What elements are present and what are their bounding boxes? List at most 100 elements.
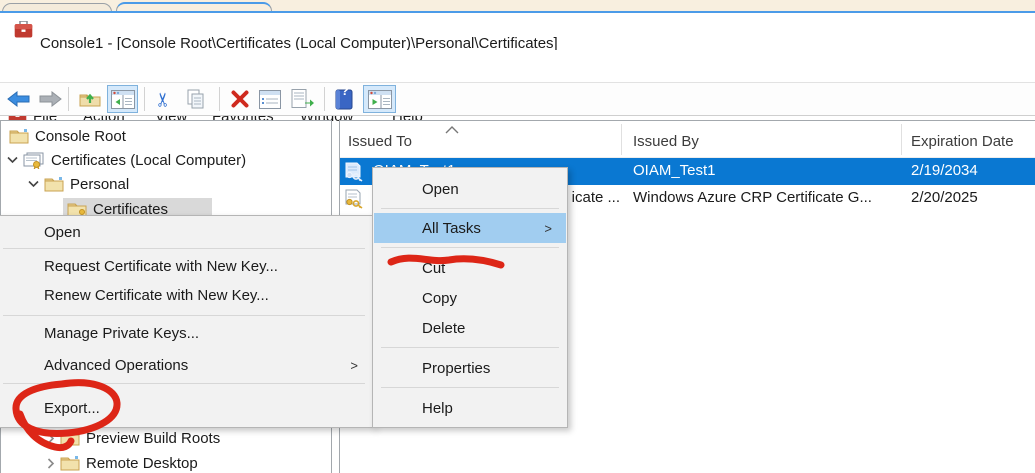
column-header-expiration-date[interactable]: Expiration Date <box>911 121 1014 157</box>
menu-item-label: Export... <box>44 400 100 417</box>
tree-item-personal[interactable]: Personal <box>28 173 129 195</box>
cell-expiration-date: 2/20/2025 <box>911 189 978 206</box>
menu-item-label: Properties <box>422 360 490 377</box>
submenu-item-advanced-operations[interactable]: Advanced Operations > <box>0 350 372 380</box>
folder-icon <box>9 128 29 144</box>
menu-item-label: Open <box>422 181 459 198</box>
mmc-app-icon <box>14 21 33 39</box>
back-arrow-icon <box>7 91 31 107</box>
properties-button[interactable] <box>256 85 284 113</box>
up-one-level-button[interactable] <box>76 85 104 113</box>
submenu-arrow-icon: > <box>350 358 358 373</box>
cell-expiration-date: 2/19/2034 <box>911 162 978 179</box>
column-header-issued-to[interactable]: Issued To <box>348 121 412 157</box>
forward-arrow-icon <box>38 91 62 107</box>
tree-item-label: Preview Build Roots <box>86 430 220 447</box>
menu-item-label: Open <box>44 224 81 241</box>
export-list-button[interactable] <box>287 85 318 113</box>
context-item-help[interactable]: Help <box>374 393 566 423</box>
submenu-item-manage-private-keys[interactable]: Manage Private Keys... <box>0 319 372 348</box>
menu-item-label: Request Certificate with New Key... <box>44 258 278 275</box>
menu-item-label: Help <box>422 400 453 417</box>
mmc-window: Console1 - [Console Root\Certificates (L… <box>0 0 1035 473</box>
cell-issued-by: Windows Azure CRP Certificate G... <box>633 189 872 206</box>
up-folder-icon <box>79 90 101 108</box>
menu-item-label: All Tasks <box>422 220 481 237</box>
browser-tab-strip <box>0 0 1035 13</box>
tree-item-label: Console Root <box>35 128 126 145</box>
certificate-key-icon <box>344 189 363 209</box>
folder-icon <box>60 455 80 471</box>
all-tasks-submenu: Open Request Certificate with New Key...… <box>0 215 374 428</box>
submenu-item-renew-certificate[interactable]: Renew Certificate with New Key... <box>0 281 372 310</box>
sort-ascending-icon <box>445 126 459 134</box>
context-item-cut[interactable]: Cut <box>374 253 566 283</box>
menu-item-label: Delete <box>422 320 465 337</box>
chevron-right-icon[interactable] <box>47 433 55 444</box>
tree-item-preview-build-roots[interactable]: Preview Build Roots <box>47 427 220 449</box>
context-item-delete[interactable]: Delete <box>374 313 566 343</box>
context-menu: Open All Tasks > Cut Copy Delete Propert… <box>372 167 568 428</box>
column-separator[interactable] <box>901 124 902 155</box>
certificate-key-icon <box>344 162 363 182</box>
column-header-issued-by[interactable]: Issued By <box>633 121 699 157</box>
chevron-down-icon[interactable] <box>28 180 39 188</box>
action-pane-panel-icon <box>368 90 392 109</box>
folder-icon <box>44 176 64 192</box>
submenu-item-export[interactable]: Export... <box>0 391 372 425</box>
list-header-row: Issued To Issued By Expiration Date <box>340 121 1035 157</box>
toolbar-separator <box>144 87 145 111</box>
show-console-tree-button[interactable] <box>107 85 138 113</box>
menu-bar: File Action View Favorites Window Help <box>0 50 1035 83</box>
properties-window-icon <box>259 90 281 109</box>
menu-item-label: Advanced Operations <box>44 357 188 374</box>
folder-icon <box>60 430 80 446</box>
cut-button[interactable]: ✂ <box>150 85 178 113</box>
toolbar-separator <box>324 87 325 111</box>
toolbar-separator <box>68 87 69 111</box>
column-separator[interactable] <box>621 124 622 155</box>
menu-separator <box>3 383 365 384</box>
help-button[interactable]: ? <box>330 85 358 113</box>
context-item-all-tasks[interactable]: All Tasks > <box>374 213 566 243</box>
submenu-item-open[interactable]: Open <box>0 218 372 246</box>
menu-item-label: Copy <box>422 290 457 307</box>
menu-separator <box>381 247 559 248</box>
scissors-icon: ✂ <box>154 91 173 107</box>
submenu-arrow-icon: > <box>544 221 552 236</box>
certificates-snapin-icon <box>23 152 45 169</box>
menu-separator <box>381 387 559 388</box>
console-tree-panel-icon <box>111 90 135 109</box>
tree-item-console-root[interactable]: Console Root <box>9 125 126 147</box>
tree-item-certificates-local-computer[interactable]: Certificates (Local Computer) <box>7 149 246 171</box>
context-item-properties[interactable]: Properties <box>374 353 566 383</box>
delete-x-icon <box>231 90 249 108</box>
export-list-page-icon <box>291 89 315 109</box>
menu-separator <box>3 248 365 249</box>
tree-item-label: Remote Desktop <box>86 455 198 472</box>
back-button[interactable] <box>4 85 34 113</box>
menu-item-label: Manage Private Keys... <box>44 325 199 342</box>
tree-item-label: Certificates (Local Computer) <box>51 152 246 169</box>
chevron-down-icon[interactable] <box>7 156 18 164</box>
menu-item-label: Cut <box>422 260 445 277</box>
context-item-copy[interactable]: Copy <box>374 283 566 313</box>
menu-separator <box>3 315 365 316</box>
toolbar-separator <box>219 87 220 111</box>
cell-issued-by: OIAM_Test1 <box>633 162 716 179</box>
forward-button[interactable] <box>36 85 64 113</box>
title-bar: Console1 - [Console Root\Certificates (L… <box>0 13 1035 50</box>
tree-item-remote-desktop[interactable]: Remote Desktop <box>47 452 198 473</box>
chevron-right-icon[interactable] <box>47 458 55 469</box>
menu-item-label: Renew Certificate with New Key... <box>44 287 269 304</box>
tree-item-label: Personal <box>70 176 129 193</box>
show-action-pane-button[interactable] <box>363 85 396 113</box>
copy-pages-icon <box>186 89 206 109</box>
menu-separator <box>381 208 559 209</box>
submenu-item-request-certificate[interactable]: Request Certificate with New Key... <box>0 252 372 281</box>
context-item-open[interactable]: Open <box>374 174 566 204</box>
copy-button[interactable] <box>182 85 210 113</box>
delete-button[interactable] <box>226 85 254 113</box>
menu-separator <box>381 347 559 348</box>
help-book-icon: ? <box>335 89 353 110</box>
